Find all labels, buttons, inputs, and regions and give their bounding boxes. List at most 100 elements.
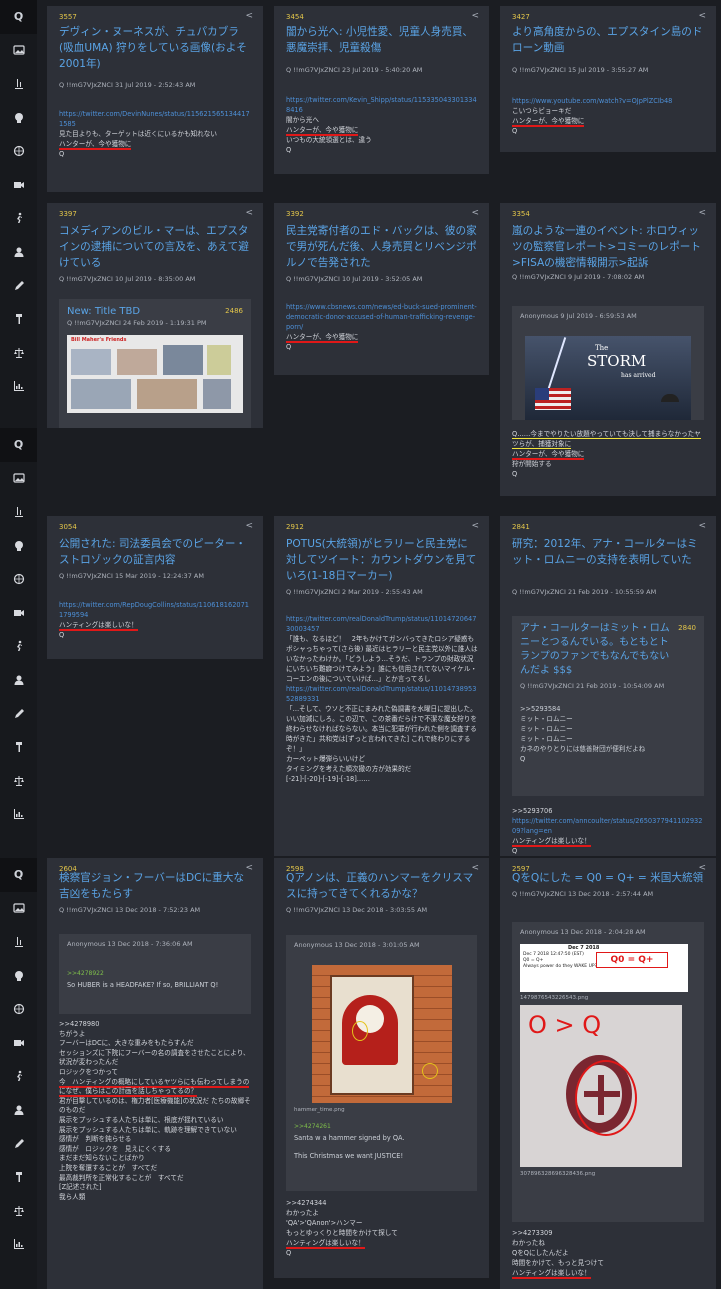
post-title[interactable]: デヴィン・ヌーネスが、チュパカブラ(吸血UMA) 狩りをしている画像(およそ20…: [59, 24, 251, 72]
skull-icon[interactable]: [0, 529, 37, 563]
post-link[interactable]: https://twitter.com/realDonaldTrump/stat…: [286, 614, 479, 634]
chart-icon[interactable]: [0, 370, 37, 404]
reply-reference[interactable]: >>4274261: [294, 1123, 469, 1130]
globe-icon[interactable]: [0, 134, 37, 168]
image-icon[interactable]: [0, 462, 37, 496]
share-icon[interactable]: <: [471, 11, 479, 21]
skull-icon[interactable]: [0, 101, 37, 135]
scale-icon[interactable]: [0, 1194, 37, 1228]
quoted-post[interactable]: New: Title TBD 2486 Q !!mG7VJxZNCI 24 Fe…: [59, 299, 251, 428]
runner-icon[interactable]: [0, 1060, 37, 1094]
post-card[interactable]: 3392 < 民主党寄付者のエド・バックは、彼の家で男が死んだ後、人身売買とリベ…: [274, 203, 489, 375]
post-number[interactable]: 2912: [286, 523, 304, 531]
post-title[interactable]: より高角度からの、エプスタイン島のドローン動画: [512, 24, 704, 56]
quoted-post[interactable]: Anonymous 13 Dec 2018 - 7:36:06 AM >>427…: [59, 934, 251, 1014]
post-number[interactable]: 3427: [512, 13, 530, 21]
image-icon[interactable]: [0, 34, 37, 68]
user-icon[interactable]: [0, 663, 37, 697]
post-number[interactable]: 3557: [59, 13, 77, 21]
santa-hammer-image[interactable]: [311, 965, 452, 1103]
post-link[interactable]: https://twitter.com/Kevin_Shipp/status/1…: [286, 95, 479, 115]
post-card[interactable]: 3397 < コメディアンのビル・マーは、エプスタインの逮捕についての言及を、あ…: [47, 203, 263, 428]
share-icon[interactable]: <: [245, 521, 253, 531]
chart-icon[interactable]: [0, 1228, 37, 1262]
scale-icon[interactable]: [0, 764, 37, 798]
share-icon[interactable]: <: [471, 208, 479, 218]
file-name[interactable]: 307896328696328436.png: [520, 1171, 696, 1177]
post-card[interactable]: 3054 < 公開された: 司法委員会でのピーター・ストロゾックの証言内容 Q …: [47, 516, 263, 659]
share-icon[interactable]: <: [245, 208, 253, 218]
post-number[interactable]: 3454: [286, 13, 304, 21]
reply-reference[interactable]: >>5293706: [512, 806, 706, 816]
bill-maher-image[interactable]: Bill Maher's Friends: [67, 335, 243, 413]
post-title[interactable]: 闇から光へ: 小児性愛、児童人身売買、悪魔崇拝、児童殺傷: [286, 24, 477, 56]
video-icon[interactable]: [0, 1026, 37, 1060]
post-link[interactable]: https://twitter.com/anncoulter/status/26…: [512, 816, 706, 836]
post-number[interactable]: 3392: [286, 210, 304, 218]
user-icon[interactable]: [0, 1093, 37, 1127]
image-icon[interactable]: [0, 892, 37, 926]
pen-icon[interactable]: [0, 269, 37, 303]
pen-icon[interactable]: [0, 697, 37, 731]
share-icon[interactable]: <: [698, 521, 706, 531]
post-title[interactable]: 嵐のような一連のイベント: ホロウィッツの監察官レポート>コミーのレポート>FI…: [512, 223, 704, 271]
post-title[interactable]: POTUS(大統領)がヒラリーと民主党に対してツイート：カウントダウンを見ていろ…: [286, 536, 477, 584]
q-post-screenshot[interactable]: Dec 7 2018 Dec 7 2018 12:47:50 (EST) Q0 …: [520, 944, 688, 992]
reply-reference[interactable]: >>4274344: [286, 1198, 479, 1208]
post-title[interactable]: 民主党寄付者のエド・バックは、彼の家で男が死んだ後、人身売買とリベンジポルノで告…: [286, 223, 477, 271]
post-title[interactable]: 検察官ジョン・フーバーはDCに重大な吉凶をもたらす: [59, 870, 251, 902]
chart-icon[interactable]: [0, 798, 37, 832]
post-card[interactable]: 3557 < デヴィン・ヌーネスが、チュパカブラ(吸血UMA) 狩りをしている画…: [47, 6, 263, 192]
post-link[interactable]: https://twitter.com/DevinNunes/status/11…: [59, 109, 253, 129]
video-icon[interactable]: [0, 596, 37, 630]
post-card[interactable]: 3454 < 闇から光へ: 小児性愛、児童人身売買、悪魔崇拝、児童殺傷 Q !!…: [274, 6, 489, 174]
globe-icon[interactable]: [0, 562, 37, 596]
post-number[interactable]: 3054: [59, 523, 77, 531]
share-icon[interactable]: <: [698, 11, 706, 21]
post-card[interactable]: 3427 < より高角度からの、エプスタイン島のドローン動画 Q !!mG7VJ…: [500, 6, 716, 152]
storm-image[interactable]: The STORM has arrived: [525, 336, 691, 420]
hammer-icon[interactable]: [0, 730, 37, 764]
video-icon[interactable]: [0, 168, 37, 202]
post-link[interactable]: https://www.cbsnews.com/news/ed-buck-sue…: [286, 302, 479, 332]
reply-reference[interactable]: >>4278980: [59, 1020, 253, 1030]
runner-icon[interactable]: [0, 630, 37, 664]
quoted-post[interactable]: アナ・コールターはミット・ロムニーとつるんでいる。もともとトランプのファンでもな…: [512, 616, 704, 796]
post-title[interactable]: コメディアンのビル・マーは、エプスタインの逮捕についての言及を、あえて避けている: [59, 223, 251, 271]
q-symbol-image[interactable]: O > Q: [520, 1005, 682, 1167]
trophy-icon[interactable]: [0, 67, 37, 101]
post-card[interactable]: 2597 < QをQにした = Q0 = Q+ = 米国大統領 Q !!mG7V…: [500, 858, 716, 1289]
skull-icon[interactable]: [0, 959, 37, 993]
trophy-icon[interactable]: [0, 495, 37, 529]
q-logo-icon[interactable]: Q: [0, 0, 37, 34]
file-name[interactable]: 1479876543226543.png: [520, 995, 696, 1001]
post-title[interactable]: Qアノンは、正義のハンマーをクリスマスに持ってきてくれるかな？: [286, 870, 477, 902]
quoted-post[interactable]: Anonymous 13 Dec 2018 - 2:04:28 AM Dec 7…: [512, 922, 704, 1222]
post-title[interactable]: 公開された: 司法委員会でのピーター・ストロゾックの証言内容: [59, 536, 251, 568]
quoted-post[interactable]: Anonymous 13 Dec 2018 - 3:01:05 AM hamme…: [286, 935, 477, 1191]
post-number[interactable]: 3397: [59, 210, 77, 218]
quoted-post[interactable]: Anonymous 9 Jul 2019 - 6:59:53 AM The ST…: [512, 306, 704, 420]
share-icon[interactable]: <: [245, 11, 253, 21]
file-name[interactable]: hammer_time.png: [294, 1107, 469, 1113]
post-card[interactable]: 2604 < 検察官ジョン・フーバーはDCに重大な吉凶をもたらす Q !!mG7…: [47, 858, 263, 1289]
post-number[interactable]: 3354: [512, 210, 530, 218]
post-link[interactable]: https://www.youtube.com/watch?v=OJpPlZCI…: [512, 96, 706, 106]
q-logo-icon[interactable]: Q: [0, 428, 37, 462]
post-link[interactable]: https://twitter.com/realDonaldTrump/stat…: [286, 684, 479, 704]
hammer-icon[interactable]: [0, 302, 37, 336]
globe-icon[interactable]: [0, 992, 37, 1026]
post-number[interactable]: 2841: [512, 523, 530, 531]
hammer-icon[interactable]: [0, 1160, 37, 1194]
trophy-icon[interactable]: [0, 925, 37, 959]
runner-icon[interactable]: [0, 202, 37, 236]
post-link[interactable]: https://twitter.com/RepDougCollins/statu…: [59, 600, 253, 620]
post-title[interactable]: QをQにした = Q0 = Q+ = 米国大統領: [512, 870, 704, 886]
user-icon[interactable]: [0, 235, 37, 269]
share-icon[interactable]: <: [471, 521, 479, 531]
post-card[interactable]: 2598 < Qアノンは、正義のハンマーをクリスマスに持ってきてくれるかな？ Q…: [274, 858, 489, 1278]
post-card[interactable]: 2912 < POTUS(大統領)がヒラリーと民主党に対してツイート：カウントダ…: [274, 516, 489, 856]
share-icon[interactable]: <: [698, 208, 706, 218]
reply-reference[interactable]: >>4273309: [512, 1228, 706, 1238]
post-title[interactable]: 研究：2012年、アナ・コールターはミット・ロムニーの支持を表明していた: [512, 536, 704, 568]
